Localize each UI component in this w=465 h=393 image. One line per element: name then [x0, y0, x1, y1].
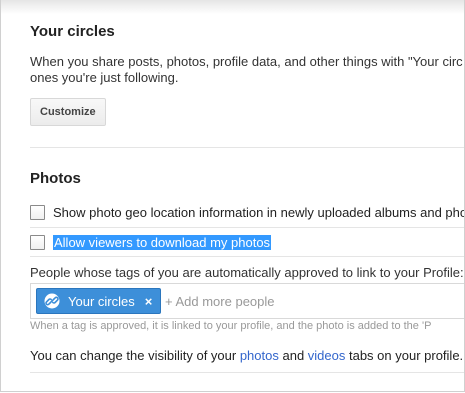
geo-location-row: Show photo geo location information in n… [30, 203, 464, 221]
visibility-text: You can change the visibility of your ph… [30, 348, 463, 363]
customize-button[interactable]: Customize [30, 98, 106, 126]
geo-location-label[interactable]: Show photo geo location information in n… [53, 205, 464, 220]
visibility-text-before: You can change the visibility of your [30, 348, 240, 363]
your-circles-heading: Your circles [30, 23, 115, 40]
videos-link[interactable]: videos [308, 348, 346, 363]
visibility-text-after: tabs on your profile. [345, 348, 464, 363]
circles-description-line2: ones you're just following. [30, 70, 179, 85]
chip-remove-icon[interactable]: × [145, 294, 153, 309]
allow-download-checkbox[interactable] [30, 234, 45, 250]
circles-description-line1: When you share posts, photos, profile da… [30, 54, 463, 69]
visibility-text-and: and [278, 348, 308, 363]
tag-approval-input[interactable]: Your circles × + Add more people [30, 283, 464, 319]
section-divider [30, 147, 464, 148]
photos-heading: Photos [30, 170, 81, 187]
row-divider [30, 227, 464, 228]
circles-link-icon [44, 293, 60, 309]
row-divider [30, 256, 464, 257]
your-circles-chip[interactable]: Your circles × [36, 288, 162, 314]
settings-panel: Your circles When you share posts, photo… [0, 0, 465, 392]
tag-approval-label: People whose tags of you are automatical… [30, 265, 464, 280]
photos-link[interactable]: photos [240, 348, 279, 363]
allow-download-label[interactable]: Allow viewers to download my photos [53, 234, 272, 250]
geo-location-checkbox[interactable] [30, 204, 45, 220]
top-shadow [1, 0, 464, 14]
add-more-people-input[interactable]: + Add more people [165, 294, 275, 309]
tag-approval-hint: When a tag is approved, it is linked to … [30, 320, 432, 332]
section-divider-bottom [30, 372, 464, 373]
allow-download-row: Allow viewers to download my photos [30, 233, 272, 251]
chip-label: Your circles [68, 293, 135, 309]
